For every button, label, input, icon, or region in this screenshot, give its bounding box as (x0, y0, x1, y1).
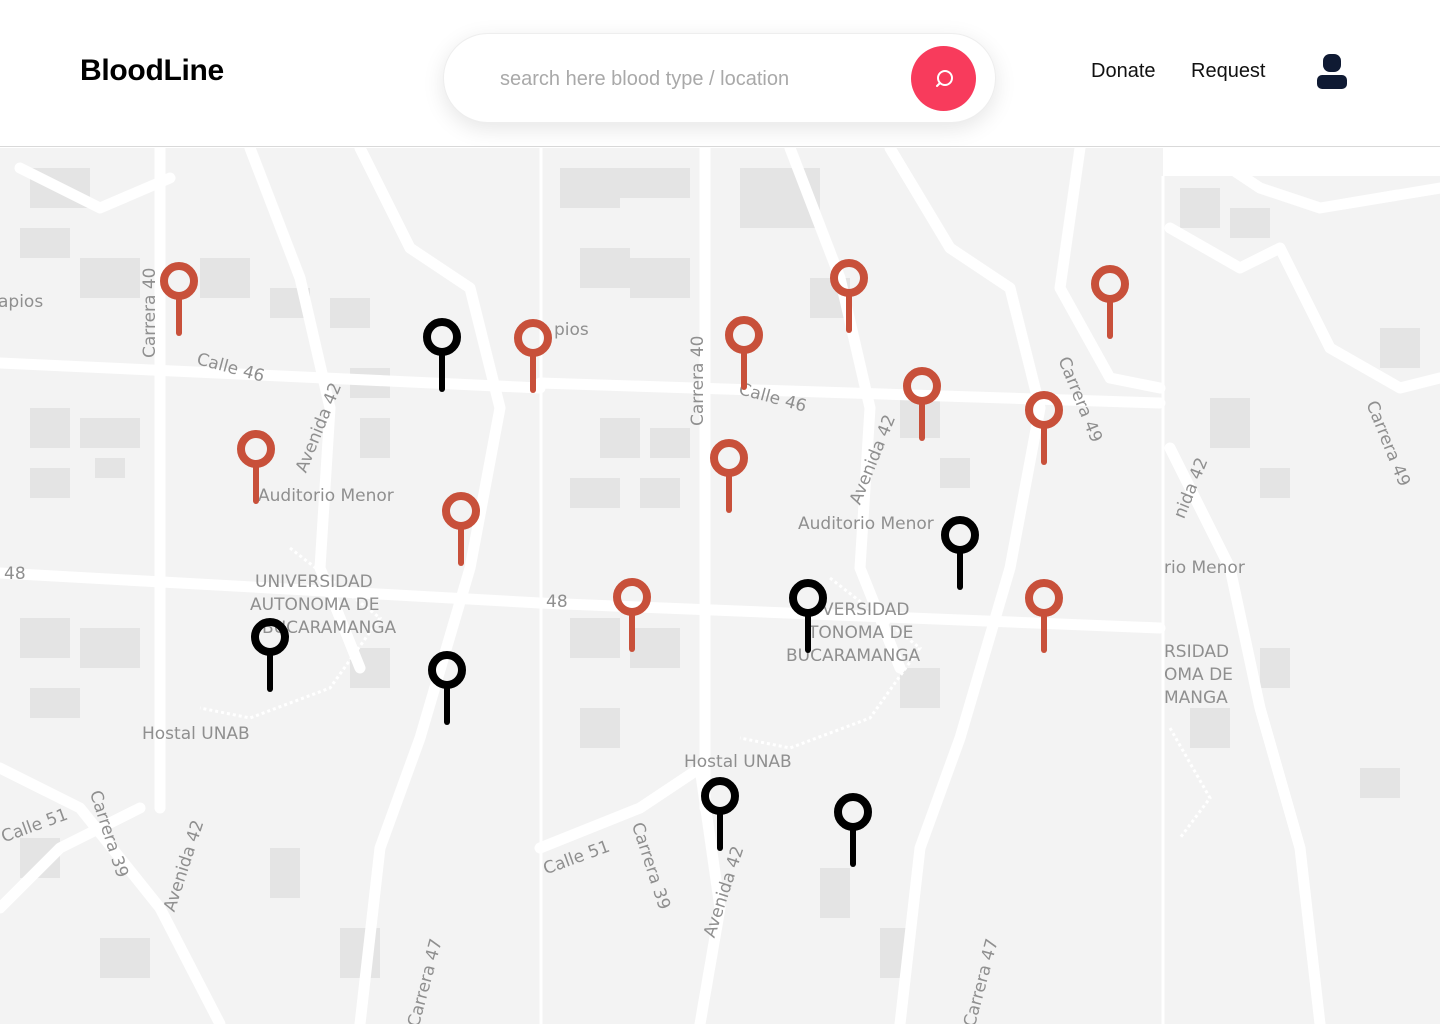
map-pin-icon[interactable] (788, 578, 828, 654)
map-label: Carrera 40 (688, 335, 708, 427)
map-pin-icon[interactable] (612, 577, 652, 653)
map-label: VERSIDAD (822, 600, 910, 620)
map-pin-icon[interactable] (1024, 578, 1064, 654)
user-icon (1317, 54, 1347, 89)
map-pin-icon[interactable] (1024, 390, 1064, 466)
map-label: 48 (546, 592, 568, 612)
map-label: apios (0, 292, 44, 312)
map-pin-icon[interactable] (902, 366, 942, 442)
map-label: rio Menor (1164, 558, 1245, 578)
search-icon (935, 69, 953, 87)
map-pin-icon[interactable] (724, 315, 764, 391)
map-view[interactable]: apios Carrera 40 Calle 46 Avenida 42 Aud… (0, 148, 1440, 1024)
nav-request-link[interactable]: Request (1191, 60, 1266, 83)
map-label: MANGA (1164, 688, 1228, 708)
map-pin-icon[interactable] (829, 258, 869, 334)
map-pin-icon[interactable] (236, 429, 276, 505)
map-label: Hostal UNAB (684, 752, 792, 772)
nav-donate-link[interactable]: Donate (1091, 60, 1156, 83)
search-input[interactable] (500, 64, 880, 94)
map-label: UNIVERSIDAD (255, 572, 373, 592)
map-pin-icon[interactable] (1090, 264, 1130, 340)
map-pin-icon[interactable] (700, 776, 740, 852)
map-label: Auditorio Menor (258, 486, 394, 506)
map-label: RSIDAD (1164, 642, 1230, 662)
map-pin-icon[interactable] (513, 318, 553, 394)
map-pin-icon[interactable] (833, 792, 873, 868)
map-label: Hostal UNAB (142, 724, 250, 744)
map-pin-icon[interactable] (709, 438, 749, 514)
map-label: AUTONOMA DE (250, 595, 380, 615)
app-logo[interactable]: BloodLine (80, 54, 224, 88)
map-pin-icon[interactable] (441, 491, 481, 567)
map-label: OMA DE (1164, 665, 1233, 685)
top-navbar: BloodLine Donate Request (0, 0, 1440, 147)
map-pin-icon[interactable] (940, 515, 980, 591)
map-pin-icon[interactable] (422, 317, 462, 393)
map-pin-icon[interactable] (159, 261, 199, 337)
map-label: Auditorio Menor (798, 514, 934, 534)
search-button[interactable] (911, 46, 976, 111)
profile-button[interactable] (1316, 54, 1348, 90)
map-label: Carrera 40 (140, 267, 160, 359)
map-pin-icon[interactable] (427, 650, 467, 726)
map-pin-icon[interactable] (250, 617, 290, 693)
map-label: 48 (4, 564, 26, 584)
search-bar (443, 33, 996, 123)
map-label: pios (554, 320, 589, 340)
